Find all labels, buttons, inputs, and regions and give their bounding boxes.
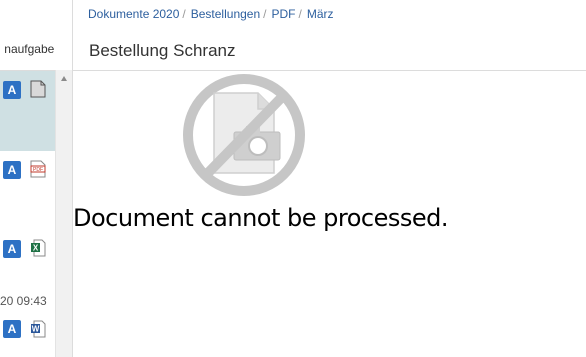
task-type-badge: A [3,240,21,258]
task-row[interactable]: A W [0,312,55,357]
document-unavailable-icon [183,74,305,196]
tasks-header: naufgaben [0,0,55,71]
breadcrumb-item[interactable]: Bestellungen [191,7,260,21]
pdf-file-icon-text: PDF [33,167,43,173]
breadcrumb-separator: / [182,7,186,21]
tasks-panel: naufgaben A A PDF A X 20 09:43 A W [0,0,55,357]
task-type-badge: A [3,81,21,99]
document-title: Bestellung Schranz [89,41,236,60]
excel-file-icon-text: X [33,244,39,253]
breadcrumb: Dokumente 2020/Bestellungen / PDF / März [88,7,334,21]
scroll-up-arrow-icon[interactable] [61,76,67,81]
title-divider [73,70,586,71]
breadcrumb-item[interactable]: März [307,7,334,21]
task-type-badge: A [3,161,21,179]
breadcrumb-separator: / [263,7,267,21]
tasks-header-label: naufgaben [4,42,55,56]
breadcrumb-item[interactable]: Dokumente 2020 [88,7,179,21]
task-row[interactable]: A PDF [0,152,55,232]
document-viewer: Dokumente 2020/Bestellungen / PDF / März Bes… [73,0,586,357]
breadcrumb-separator: / [298,7,302,21]
tasks-scrollbar[interactable] [55,70,73,357]
excel-file-icon: X [31,239,46,257]
generic-file-icon [30,80,46,98]
breadcrumb-item[interactable]: PDF [271,7,295,21]
task-timestamp: 20 09:43 [0,294,47,308]
word-file-icon-text: W [32,325,40,334]
task-row-selected[interactable]: A [0,71,55,151]
processing-error-message: Document cannot be processed. [73,204,449,232]
pdf-file-icon: PDF [30,160,46,178]
task-type-badge: A [3,320,21,338]
word-file-icon: W [31,320,46,338]
